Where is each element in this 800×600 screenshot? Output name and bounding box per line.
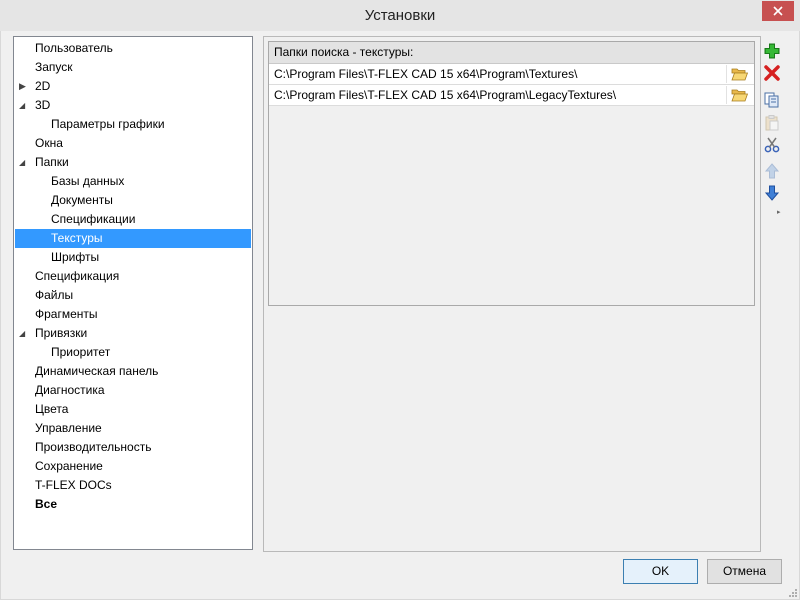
tree-item-label: Производительность [35, 440, 152, 454]
tree-item[interactable]: Приоритет [15, 343, 251, 362]
cut-button[interactable] [763, 136, 781, 154]
ok-button[interactable]: OK [623, 559, 698, 584]
add-button[interactable] [763, 42, 781, 60]
tree-item[interactable]: Диагностика [15, 381, 251, 400]
cut-icon [764, 137, 780, 153]
resize-grip-icon[interactable] [788, 588, 798, 598]
tree-item-label: Окна [35, 136, 63, 150]
tree-item-label: Сохранение [35, 459, 103, 473]
paste-button[interactable] [763, 114, 781, 132]
title-bar[interactable]: Установки [0, 0, 800, 32]
copy-button[interactable] [763, 91, 781, 109]
folder-row[interactable]: C:\Program Files\T-FLEX CAD 15 x64\Progr… [269, 64, 754, 85]
search-folders-list[interactable]: Папки поиска - текстуры: C:\Program File… [268, 41, 755, 306]
tree-item[interactable]: Текстуры [15, 229, 251, 248]
move-up-icon [764, 163, 780, 179]
tree-item[interactable]: Пользователь [15, 39, 251, 58]
move-up-button[interactable] [763, 162, 781, 180]
tree-item[interactable]: Запуск [15, 58, 251, 77]
tree-item[interactable]: Параметры графики [15, 115, 251, 134]
tree-item-label: Документы [51, 193, 113, 207]
list-header-label: Папки поиска - текстуры: [274, 45, 414, 59]
tree-item[interactable]: Динамическая панель [15, 362, 251, 381]
settings-window: Установки Пользователь Запуск ▶ 2D ◢ 3D Параме… [0, 0, 800, 600]
tree-item[interactable]: Файлы [15, 286, 251, 305]
tree-item[interactable]: ◢ 3D [15, 96, 251, 115]
collapsed-arrow-icon[interactable]: ▶ [19, 77, 29, 96]
close-icon [773, 6, 783, 16]
tree-item-label: Приоритет [51, 345, 111, 359]
expanded-arrow-icon[interactable]: ◢ [19, 96, 29, 115]
tree-item-label: Спецификации [51, 212, 136, 226]
tree-item[interactable]: Сохранение [15, 457, 251, 476]
paste-icon [765, 115, 779, 131]
tree-item[interactable]: Все [15, 495, 251, 514]
folder-open-icon [731, 68, 748, 81]
tree-item-label: Фрагменты [35, 307, 98, 321]
tree-item[interactable]: ◢ Привязки [15, 324, 251, 343]
tree-item-label: Динамическая панель [35, 364, 159, 378]
tree-item[interactable]: Шрифты [15, 248, 251, 267]
tree-item[interactable]: Фрагменты [15, 305, 251, 324]
tree-item-label: Параметры графики [51, 117, 165, 131]
folder-row[interactable]: C:\Program Files\T-FLEX CAD 15 x64\Progr… [269, 85, 754, 106]
tree-item[interactable]: Производительность [15, 438, 251, 457]
tree-item-label: T-FLEX DOCs [35, 478, 112, 492]
tree-item[interactable]: Документы [15, 191, 251, 210]
tree-item[interactable]: ▶ 2D [15, 77, 251, 96]
tree-item[interactable]: Спецификации [15, 210, 251, 229]
tree-item-label: Папки [35, 155, 69, 169]
tree-item[interactable]: Управление [15, 419, 251, 438]
close-button[interactable] [762, 1, 794, 21]
tree-item-label: Текстуры [51, 231, 103, 245]
browse-folder-button[interactable] [726, 65, 751, 83]
tree-item-label: Управление [35, 421, 102, 435]
add-icon [764, 43, 780, 59]
browse-folder-button[interactable] [726, 86, 751, 104]
folder-path: C:\Program Files\T-FLEX CAD 15 x64\Progr… [274, 88, 617, 102]
tree-item-label: Цвета [35, 402, 69, 416]
expanded-arrow-icon[interactable]: ◢ [19, 324, 29, 343]
copy-icon [764, 92, 779, 108]
expanded-arrow-icon[interactable]: ◢ [19, 153, 29, 172]
tree-item[interactable]: ◢ Папки [15, 153, 251, 172]
side-toolbar: ▸ [760, 40, 784, 218]
toolbar-overflow-icon[interactable]: ▸ [777, 208, 781, 216]
list-header: Папки поиска - текстуры: [269, 42, 754, 64]
delete-icon [764, 65, 780, 81]
tree-item-label: Привязки [35, 326, 88, 340]
tree-item[interactable]: Базы данных [15, 172, 251, 191]
cancel-button[interactable]: Отмена [707, 559, 782, 584]
settings-tree[interactable]: Пользователь Запуск ▶ 2D ◢ 3D Параметры график… [13, 36, 253, 550]
folder-open-icon [731, 89, 748, 102]
tree-item-label: Все [35, 497, 58, 511]
tree-item-label: Спецификация [35, 269, 120, 283]
move-down-button[interactable] [763, 184, 781, 202]
folder-path: C:\Program Files\T-FLEX CAD 15 x64\Progr… [274, 67, 578, 81]
tree-item[interactable]: T-FLEX DOCs [15, 476, 251, 495]
tree-item-label: Диагностика [35, 383, 105, 397]
tree-item[interactable]: Цвета [15, 400, 251, 419]
tree-item-label: Шрифты [51, 250, 100, 264]
move-down-icon [764, 185, 780, 201]
tree-item-label: Базы данных [51, 174, 125, 188]
tree-item[interactable]: Спецификация [15, 267, 251, 286]
tree-item-label: 2D [35, 79, 51, 93]
window-title: Установки [364, 7, 436, 24]
tree-item-label: Файлы [35, 288, 74, 302]
tree-item-label: 3D [35, 98, 51, 112]
tree-item-label: Запуск [35, 60, 73, 74]
tree-item[interactable]: Окна [15, 134, 251, 153]
delete-button[interactable] [763, 64, 781, 82]
tree-item-label: Пользователь [35, 41, 113, 55]
